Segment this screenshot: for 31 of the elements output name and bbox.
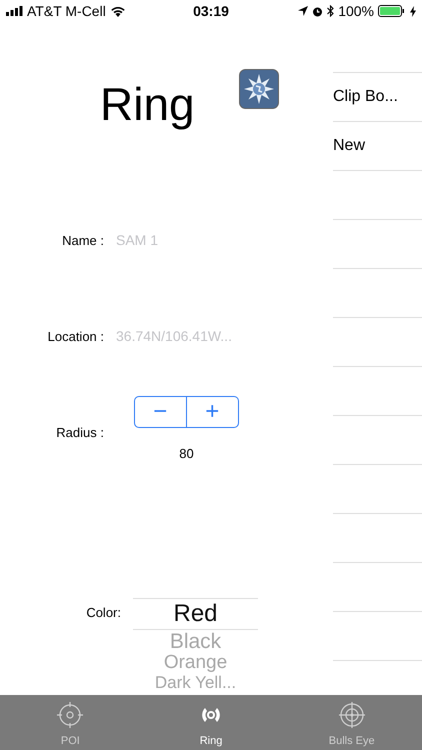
field-label: Location : (46, 328, 104, 344)
picker-option[interactable]: Black (170, 630, 222, 654)
page-title: Ring (100, 78, 195, 130)
tab[interactable]: Bulls Eye (281, 695, 422, 750)
crosshair-icon (56, 701, 84, 729)
location-field[interactable]: 36.74N/106.41W... (116, 328, 306, 344)
battery-percent: 100% (338, 3, 374, 19)
charging-bolt-icon (410, 6, 416, 16)
tab[interactable]: POI (0, 695, 141, 750)
signal-icon (6, 6, 23, 16)
carrier-name: AT&T M-Cell (27, 3, 106, 19)
target-icon (338, 701, 366, 729)
decrement-button[interactable]: − (134, 396, 186, 428)
radius-value: 80 (179, 446, 194, 462)
clock-time: 03:19 (193, 3, 229, 19)
field-label: Color: (85, 604, 121, 622)
tab[interactable]: Ring (140, 695, 282, 750)
picker-option[interactable]: Dark Yell... (154, 674, 236, 693)
picker-option[interactable]: Red (133, 598, 258, 630)
list-item[interactable]: Clip Bo... (333, 72, 422, 121)
wifi-icon (110, 5, 126, 17)
name-field[interactable]: SAM 1 (116, 232, 306, 248)
list-item[interactable]: New (333, 121, 422, 170)
picker-option[interactable]: Orange (164, 653, 228, 674)
battery-icon (378, 5, 406, 17)
alarm-icon (312, 6, 324, 16)
bluetooth-icon (327, 5, 334, 17)
field-label: Name : (61, 232, 104, 248)
field-label: Radius : (55, 424, 104, 442)
increment-button[interactable]: + (186, 396, 239, 428)
location-arrow-icon (298, 6, 308, 16)
